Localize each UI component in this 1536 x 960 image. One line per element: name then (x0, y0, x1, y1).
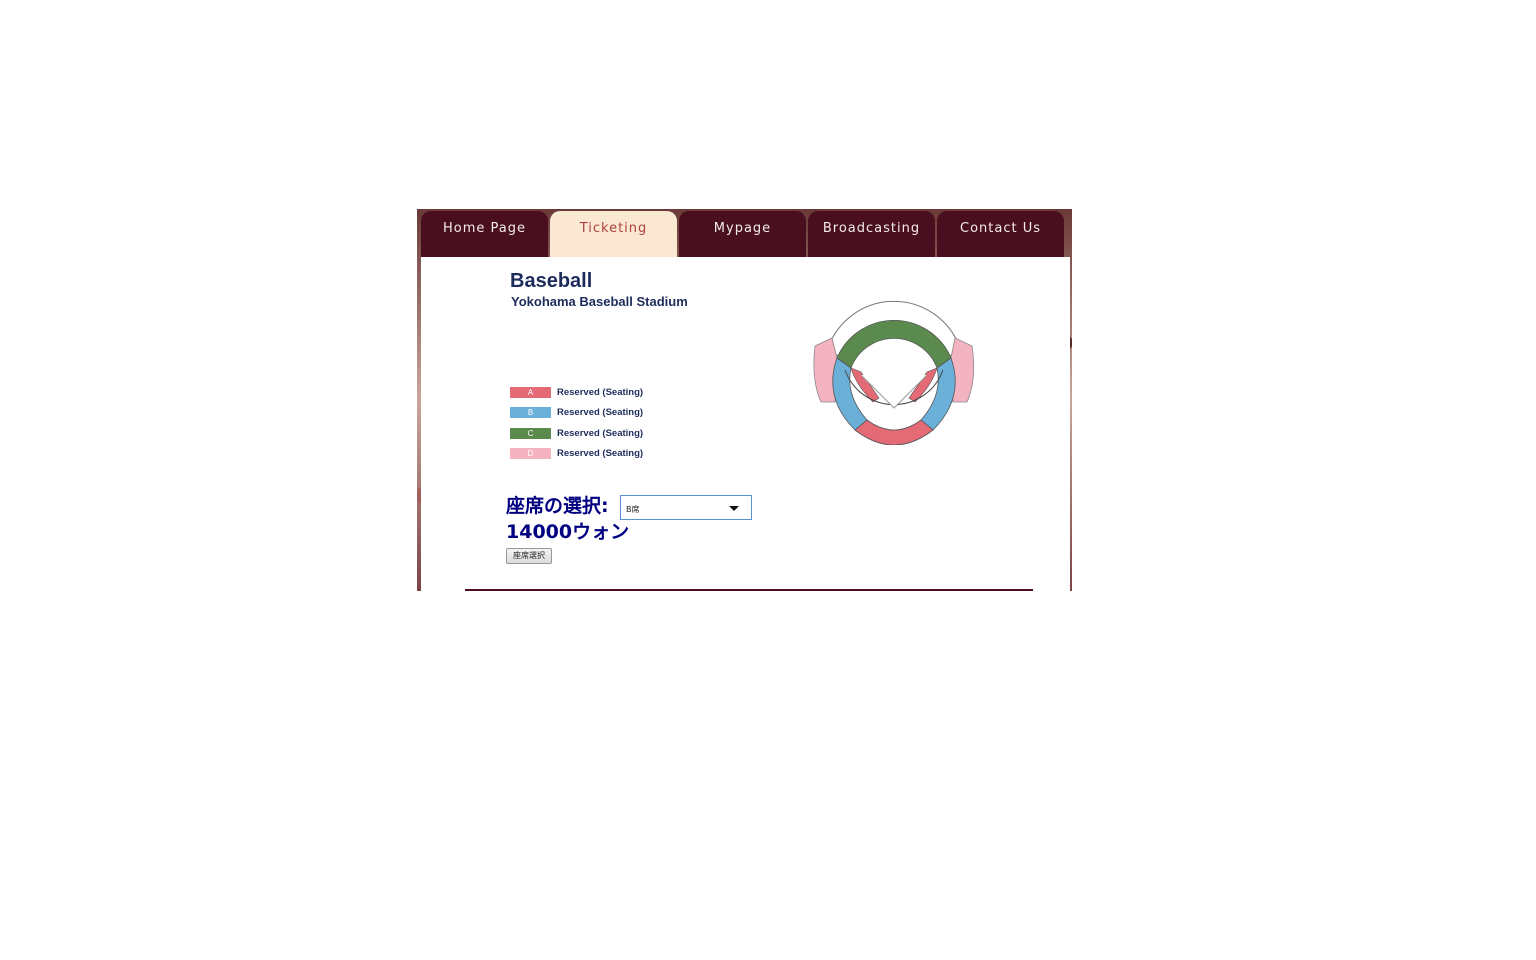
legend-label: Reserved (Seating) (557, 427, 644, 439)
legend-label: Reserved (Seating) (557, 407, 644, 419)
legend-swatch-a: A (510, 386, 551, 398)
tab-home-page[interactable]: Home Page (421, 211, 548, 257)
legend-swatch-d: D (510, 448, 551, 460)
legend-swatch-b: B (510, 407, 551, 419)
main-content: Baseball Yokohama Baseball Stadium A Res… (421, 257, 1070, 591)
page-frame: Home Page Ticketing Mypage Broadcasting … (417, 209, 1072, 591)
page-title: Baseball (510, 270, 593, 292)
tab-broadcasting[interactable]: Broadcasting (808, 211, 935, 257)
seat-legend: A Reserved (Seating) B Reserved (Seating… (510, 382, 643, 464)
legend-item-a: A Reserved (Seating) (510, 382, 643, 403)
tab-ticketing[interactable]: Ticketing (550, 211, 677, 257)
tab-contact-us[interactable]: Contact Us (937, 211, 1064, 257)
stadium-seat-map (813, 300, 975, 445)
footer-divider (465, 589, 1033, 591)
seat-class-select[interactable]: B席 (620, 495, 752, 520)
select-seat-button[interactable]: 座席選択 (506, 548, 552, 564)
seat-selection-label: 座席の選択: (506, 495, 609, 517)
legend-item-d: D Reserved (Seating) (510, 444, 643, 465)
legend-label: Reserved (Seating) (557, 448, 644, 460)
section-a-bottom[interactable] (854, 419, 934, 445)
legend-label: Reserved (Seating) (557, 386, 644, 398)
legend-item-b: B Reserved (Seating) (510, 403, 643, 424)
seat-price: 14000ウォン (506, 521, 630, 543)
stadium-name: Yokohama Baseball Stadium (511, 294, 688, 309)
tab-mypage[interactable]: Mypage (679, 211, 806, 257)
chevron-down-icon (729, 506, 739, 511)
legend-item-c: C Reserved (Seating) (510, 423, 643, 444)
top-nav: Home Page Ticketing Mypage Broadcasting … (417, 209, 1072, 257)
legend-swatch-c: C (510, 427, 551, 439)
seat-class-selected-value: B席 (626, 505, 640, 514)
